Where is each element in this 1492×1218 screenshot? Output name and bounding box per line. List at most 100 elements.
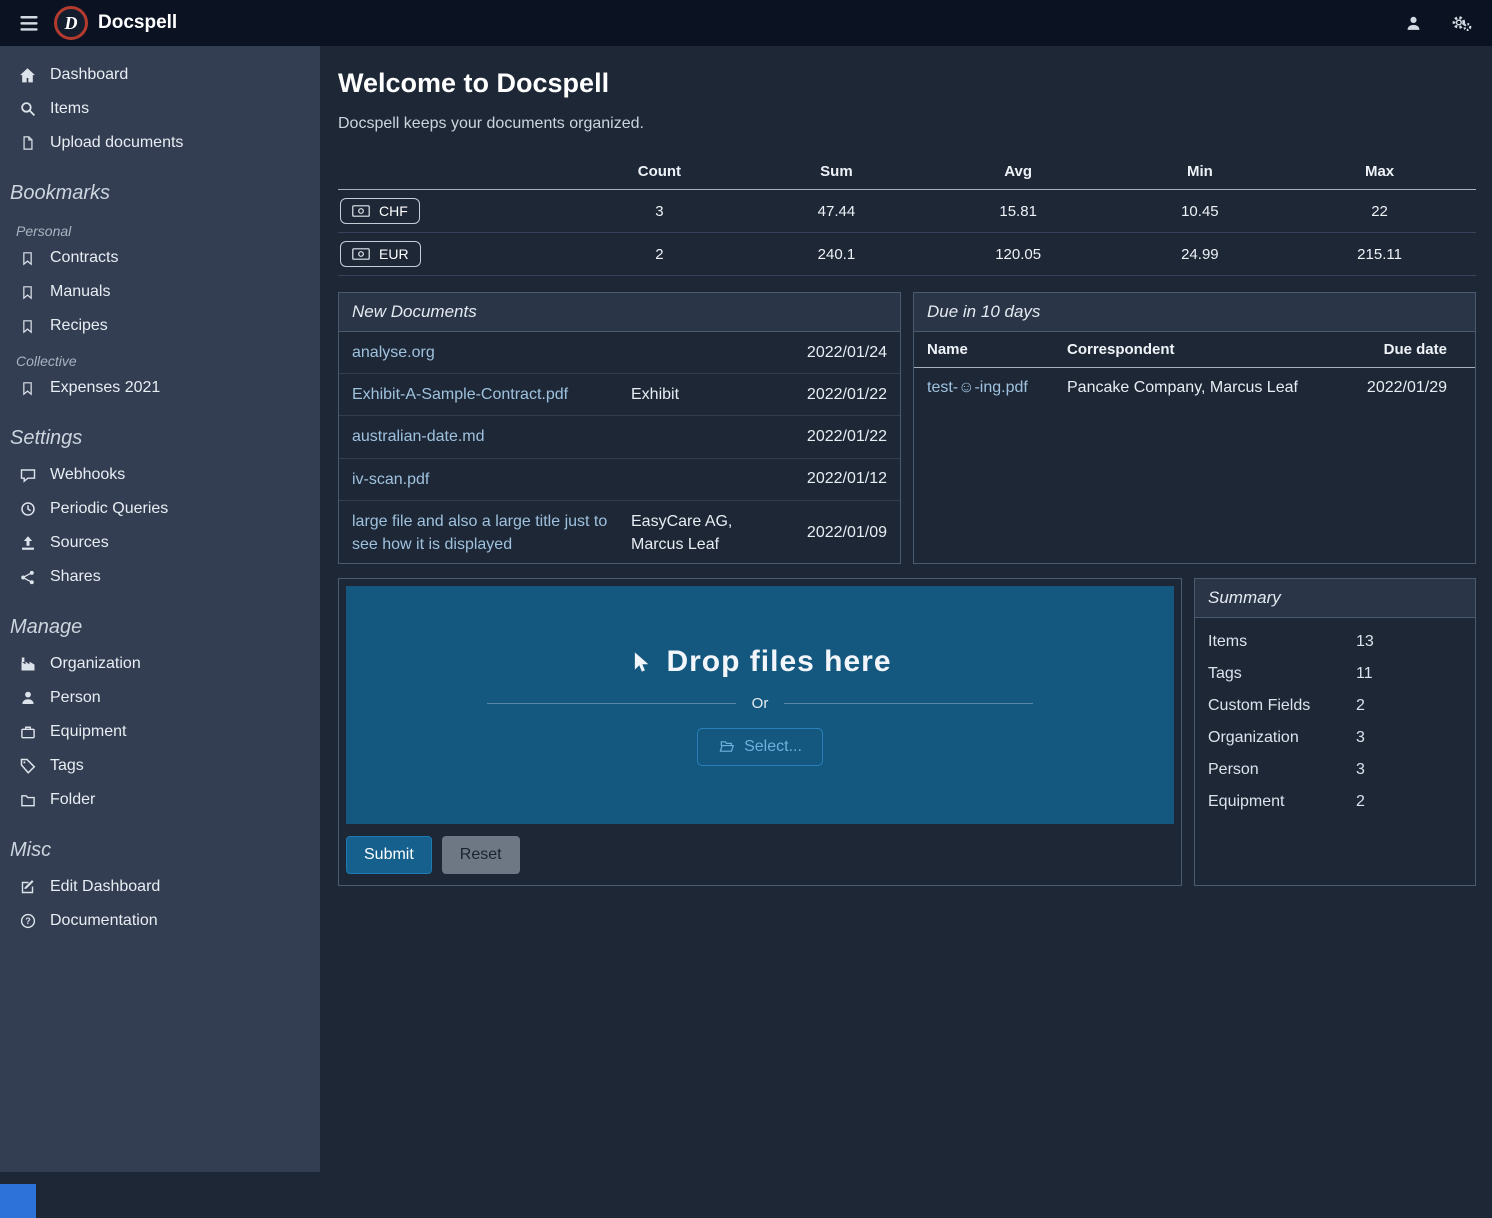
document-link[interactable]: Exhibit-A-Sample-Contract.pdf: [352, 383, 621, 406]
sidebar-item-documentation[interactable]: ? Documentation: [0, 904, 320, 938]
page-subtitle: Docspell keeps your documents organized.: [338, 115, 1476, 133]
summary-label: Items: [1208, 633, 1356, 651]
briefcase-icon: [18, 725, 37, 740]
currency-label: EUR: [379, 246, 409, 262]
sidebar-item-webhooks[interactable]: Webhooks: [0, 458, 320, 492]
summary-label: Custom Fields: [1208, 697, 1356, 715]
sidebar-item-edit-dashboard[interactable]: Edit Dashboard: [0, 870, 320, 904]
currency-label: CHF: [379, 203, 408, 219]
currency-badge-chf[interactable]: CHF: [340, 198, 420, 224]
money-icon: [352, 248, 370, 260]
stats-col-currency: [338, 155, 566, 190]
sidebar-item-label: Equipment: [50, 723, 127, 741]
reset-button[interactable]: Reset: [442, 836, 520, 874]
sidebar-item-label: Person: [50, 689, 101, 707]
person-icon: [18, 690, 37, 706]
document-date: 2022/01/12: [793, 470, 887, 488]
summary-label: Organization: [1208, 729, 1356, 747]
menu-button[interactable]: [16, 12, 42, 35]
sidebar-item-contracts[interactable]: Contracts: [0, 241, 320, 275]
stat-value: 3: [566, 190, 754, 233]
sidebar-item-label: Contracts: [50, 249, 118, 267]
sidebar-item-label: Recipes: [50, 317, 108, 335]
due-panel: Due in 10 days Name Correspondent Due da…: [913, 292, 1476, 564]
due-header-row: Name Correspondent Due date: [914, 332, 1475, 368]
stat-value: 47.44: [753, 190, 919, 233]
bookmark-icon: [18, 251, 37, 266]
new-documents-title: New Documents: [339, 293, 900, 332]
document-row[interactable]: iv-scan.pdf 2022/01/12: [339, 459, 900, 501]
summary-row-organization: Organization 3: [1195, 722, 1475, 754]
pointer-icon: [628, 649, 650, 675]
sidebar-item-sources[interactable]: Sources: [0, 526, 320, 560]
document-row[interactable]: large file and also a large title just t…: [339, 501, 900, 565]
sidebar-heading-misc: Misc: [0, 817, 320, 870]
summary-row-items: Items 13: [1195, 626, 1475, 658]
user-menu-button[interactable]: [1401, 11, 1426, 36]
sidebar-item-folder[interactable]: Folder: [0, 783, 320, 817]
due-document-link[interactable]: test-☺-ing.pdf: [914, 368, 1054, 409]
sidebar-item-upload-documents[interactable]: Upload documents: [0, 126, 320, 160]
file-dropzone[interactable]: Drop files here Or Select...: [346, 586, 1174, 824]
document-row[interactable]: Exhibit-A-Sample-Contract.pdf Exhibit 20…: [339, 374, 900, 416]
stats-col-sum: Sum: [753, 155, 919, 190]
sidebar-item-label: Items: [50, 100, 89, 118]
stat-value: 22: [1283, 190, 1476, 233]
sidebar-item-person[interactable]: Person: [0, 681, 320, 715]
app-logo[interactable]: D Docspell: [54, 6, 177, 40]
sidebar-item-dashboard[interactable]: Dashboard: [0, 58, 320, 92]
submit-button[interactable]: Submit: [346, 836, 432, 874]
bookmark-icon: [18, 381, 37, 396]
sidebar-item-periodic-queries[interactable]: Periodic Queries: [0, 492, 320, 526]
sidebar-item-label: Shares: [50, 568, 101, 586]
summary-value: 11: [1356, 665, 1373, 683]
document-link[interactable]: australian-date.md: [352, 425, 621, 448]
select-files-button[interactable]: Select...: [697, 728, 823, 766]
topbar: D Docspell: [0, 0, 1492, 46]
document-link[interactable]: large file and also a large title just t…: [352, 510, 621, 556]
sidebar-item-items[interactable]: Items: [0, 92, 320, 126]
due-row[interactable]: test-☺-ing.pdf Pancake Company, Marcus L…: [914, 368, 1475, 409]
sidebar-item-recipes[interactable]: Recipes: [0, 309, 320, 343]
sidebar-item-expenses-2021[interactable]: Expenses 2021: [0, 371, 320, 405]
sidebar-item-label: Sources: [50, 534, 109, 552]
summary-value: 2: [1356, 697, 1365, 715]
currency-badge-eur[interactable]: EUR: [340, 241, 421, 267]
bottom-left-accent: [0, 1184, 36, 1218]
document-date: 2022/01/22: [793, 428, 887, 446]
due-col-name: Name: [914, 332, 1054, 368]
or-label: Or: [752, 695, 769, 712]
sidebar-item-tags[interactable]: Tags: [0, 749, 320, 783]
sidebar-item-label: Dashboard: [50, 66, 128, 84]
tags-icon: [18, 758, 37, 774]
stats-col-avg: Avg: [920, 155, 1117, 190]
bookmark-icon: [18, 319, 37, 334]
stat-value: 215.11: [1283, 233, 1476, 276]
sidebar-item-shares[interactable]: Shares: [0, 560, 320, 594]
sidebar-item-manuals[interactable]: Manuals: [0, 275, 320, 309]
document-link[interactable]: iv-scan.pdf: [352, 468, 621, 491]
money-icon: [352, 205, 370, 217]
document-link[interactable]: analyse.org: [352, 341, 621, 364]
stats-header-row: Count Sum Avg Min Max: [338, 155, 1476, 190]
summary-title: Summary: [1195, 579, 1475, 618]
stats-row-eur: EUR 2 240.1 120.05 24.99 215.11: [338, 233, 1476, 276]
share-icon: [18, 570, 37, 585]
sidebar-item-equipment[interactable]: Equipment: [0, 715, 320, 749]
summary-row-tags: Tags 11: [1195, 658, 1475, 690]
comment-icon: [18, 467, 37, 483]
due-correspondent: Pancake Company, Marcus Leaf: [1054, 368, 1345, 409]
search-icon: [18, 101, 37, 117]
settings-menu-button[interactable]: [1446, 10, 1476, 36]
stats-col-min: Min: [1117, 155, 1283, 190]
document-row[interactable]: australian-date.md 2022/01/22: [339, 416, 900, 458]
sidebar-item-label: Edit Dashboard: [50, 878, 160, 896]
document-row[interactable]: analyse.org 2022/01/24: [339, 332, 900, 374]
new-documents-panel: New Documents analyse.org 2022/01/24 Exh…: [338, 292, 901, 564]
sidebar-item-organization[interactable]: Organization: [0, 647, 320, 681]
history-icon: [18, 501, 37, 517]
summary-row-person: Person 3: [1195, 754, 1475, 786]
sidebar-item-label: Tags: [50, 757, 84, 775]
gears-icon: [1450, 14, 1472, 32]
sidebar-subheading-personal: Personal: [0, 213, 320, 241]
